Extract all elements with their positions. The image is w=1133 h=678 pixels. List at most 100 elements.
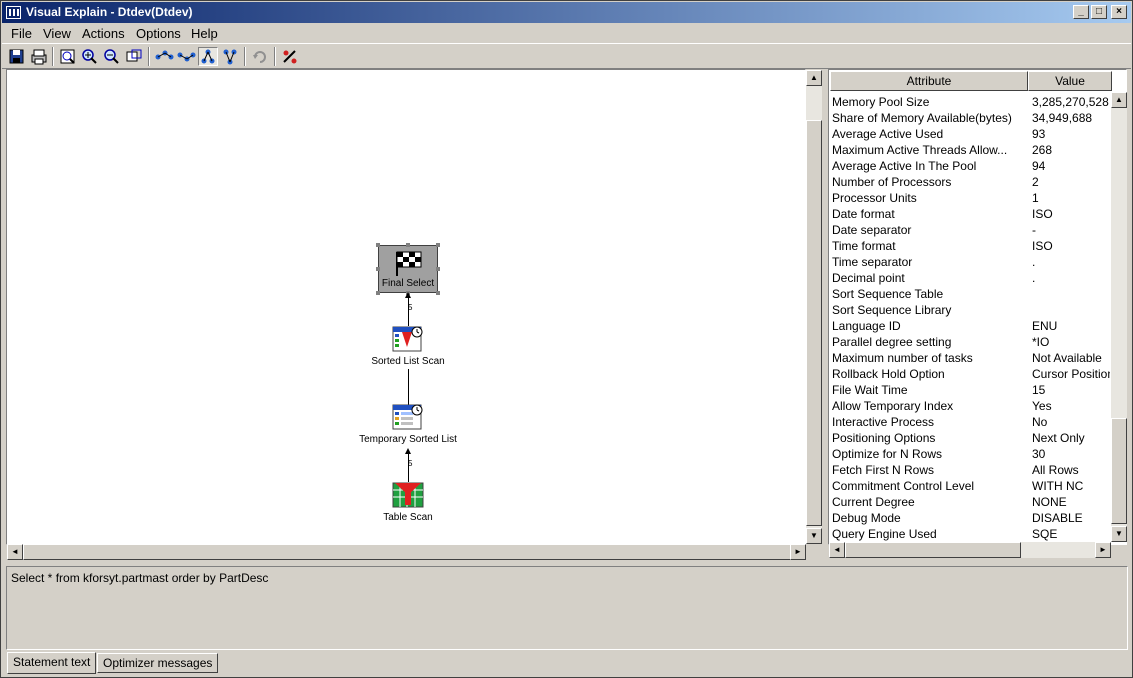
scroll-up-arrow-icon[interactable]: ▲ [806,70,822,86]
table-row[interactable]: Date format ISO [830,206,1110,222]
zoom-in-icon[interactable] [80,47,100,66]
attribute-cell: Current Degree [832,495,915,509]
value-cell: 93 [1032,127,1046,141]
graph-horizontal-scrollbar[interactable]: ◄ ► [7,544,806,560]
scroll-down-arrow-icon[interactable]: ▼ [806,528,822,544]
scroll-up-arrow-icon[interactable]: ▲ [1111,92,1127,108]
table-row[interactable]: Sort Sequence Library [830,302,1110,318]
minimize-button[interactable]: _ [1073,5,1089,19]
statement-text-area[interactable]: Select * from kforsyt.partmast order by … [6,566,1128,650]
table-row[interactable]: Language ID ENU [830,318,1110,334]
value-cell: . [1032,255,1036,269]
zoom-fit-icon[interactable] [124,47,144,66]
table-row[interactable]: Maximum Active Threads Allow... 268 [830,142,1110,158]
layout-left-right-icon[interactable] [154,47,174,66]
save-icon[interactable] [7,47,27,66]
scrollbar-thumb[interactable] [806,120,822,526]
attribute-cell: Share of Memory Available(bytes) [832,111,1012,125]
graph-node-sorted-list-scan[interactable]: Sorted List Scan [358,325,458,367]
table-row[interactable]: Maximum number of tasks Not Available [830,350,1110,366]
value-cell: . [1032,271,1036,285]
graph-vertical-scrollbar[interactable]: ▲ ▼ [806,70,822,544]
table-row[interactable]: Current Degree NONE [830,494,1110,510]
graph-node-label: Table Scan [383,512,433,523]
value-cell: 3,285,270,528 [1032,95,1109,109]
menu-options[interactable]: Options [136,26,181,41]
tab-statement-text[interactable]: Statement text [7,652,97,674]
attribute-cell: Positioning Options [832,431,936,445]
table-row[interactable]: Positioning Options Next Only [830,430,1110,446]
value-cell: 34,949,688 [1032,111,1093,125]
table-row[interactable]: Parallel degree setting *IO [830,334,1110,350]
graph-node-final-select[interactable]: Final Select [376,243,440,295]
scroll-right-arrow-icon[interactable]: ► [1095,542,1111,558]
table-row[interactable]: Share of Memory Available(bytes) 34,949,6… [830,110,1110,126]
graph-node-temporary-sorted-list[interactable]: Temporary Sorted List [348,403,468,445]
value-cell: Not Available [1032,351,1102,365]
table-row[interactable]: Average Active In The Pool 94 [830,158,1110,174]
table-row[interactable]: Date separator - [830,222,1110,238]
attribute-cell: Memory Pool Size [832,95,930,109]
scrollbar-thumb[interactable] [1111,418,1127,524]
layout-bottom-up-icon[interactable] [220,47,240,66]
table-row[interactable]: Processor Units 1 [830,190,1110,206]
toolbar [2,43,1131,69]
tab-optimizer-messages[interactable]: Optimizer messages [97,653,219,673]
close-button[interactable]: × [1111,5,1127,19]
graph-pane[interactable]: Final Select 5 Sorted List Scan Temporar… [6,69,806,545]
graph-node-table-scan[interactable]: Table Scan [358,481,458,523]
attribute-cell: Date format [832,207,895,221]
zoom-out-icon[interactable] [102,47,122,66]
attribute-cell: Optimize for N Rows [832,447,943,461]
table-row[interactable]: Average Active Used 93 [830,126,1110,142]
attribute-cell: Rollback Hold Option [832,367,945,381]
statistics-icon[interactable] [280,47,300,66]
menu-actions[interactable]: Actions [82,26,125,41]
visual-explain-window: Visual Explain - Dtdev(Dtdev) _ □ × File… [0,0,1133,678]
scroll-left-arrow-icon[interactable]: ◄ [7,544,23,560]
scroll-down-arrow-icon[interactable]: ▼ [1111,526,1127,542]
menu-view[interactable]: View [43,26,71,41]
attribute-cell: Average Active In The Pool [832,159,977,173]
table-row[interactable]: Sort Sequence Table [830,286,1110,302]
menu-help[interactable]: Help [191,26,218,41]
attribute-cell: Decimal point [832,271,905,285]
menu-file[interactable]: File [11,26,32,41]
value-cell: WITH NC [1032,479,1084,493]
table-row[interactable]: Time format ISO [830,238,1110,254]
scroll-right-arrow-icon[interactable]: ► [790,544,806,560]
table-row[interactable]: File Wait Time 15 [830,382,1110,398]
attribute-cell: Sort Sequence Library [832,303,952,317]
table-row[interactable]: Decimal point. [830,270,1110,286]
value-cell: - [1032,223,1036,237]
table-row[interactable]: Rollback Hold Option Cursor Position [830,366,1110,382]
scroll-left-arrow-icon[interactable]: ◄ [829,542,845,558]
attributes-horizontal-scrollbar[interactable]: ◄ ► [829,542,1111,558]
refresh-icon[interactable] [250,47,270,66]
layout-right-left-icon[interactable] [176,47,196,66]
scrollbar-thumb[interactable] [845,542,1021,558]
table-row[interactable]: Optimize for N Rows 30 [830,446,1110,462]
table-row[interactable]: Interactive Process No [830,414,1110,430]
column-header-attribute[interactable]: Attribute [830,71,1028,91]
table-row[interactable]: Memory Pool Size 3,285,270,528 [830,94,1110,110]
table-row[interactable]: Fetch First N Rows All Rows [830,462,1110,478]
overview-icon[interactable] [58,47,78,66]
table-row[interactable]: Allow Temporary Index Yes [830,398,1110,414]
value-cell: 94 [1032,159,1046,173]
print-icon[interactable] [29,47,49,66]
horizontal-splitter[interactable] [2,560,1131,565]
maximize-button[interactable]: □ [1091,5,1107,19]
value-cell: No [1032,415,1048,429]
scrollbar-thumb[interactable] [23,544,791,560]
graph-node-label: Temporary Sorted List [359,434,457,445]
table-row[interactable]: Commitment Control Level WITH NC [830,478,1110,494]
table-row[interactable]: Debug Mode DISABLE [830,510,1110,526]
layout-top-down-icon[interactable] [198,47,218,66]
attribute-cell: Query Engine Used [832,527,937,541]
table-row[interactable]: Query Engine Used SQE [830,526,1110,542]
column-header-value[interactable]: Value [1028,71,1112,91]
table-row[interactable]: Number of Processors 2 [830,174,1110,190]
table-row[interactable]: Time separator. [830,254,1110,270]
attributes-vertical-scrollbar[interactable]: ▲ ▼ [1111,92,1127,542]
